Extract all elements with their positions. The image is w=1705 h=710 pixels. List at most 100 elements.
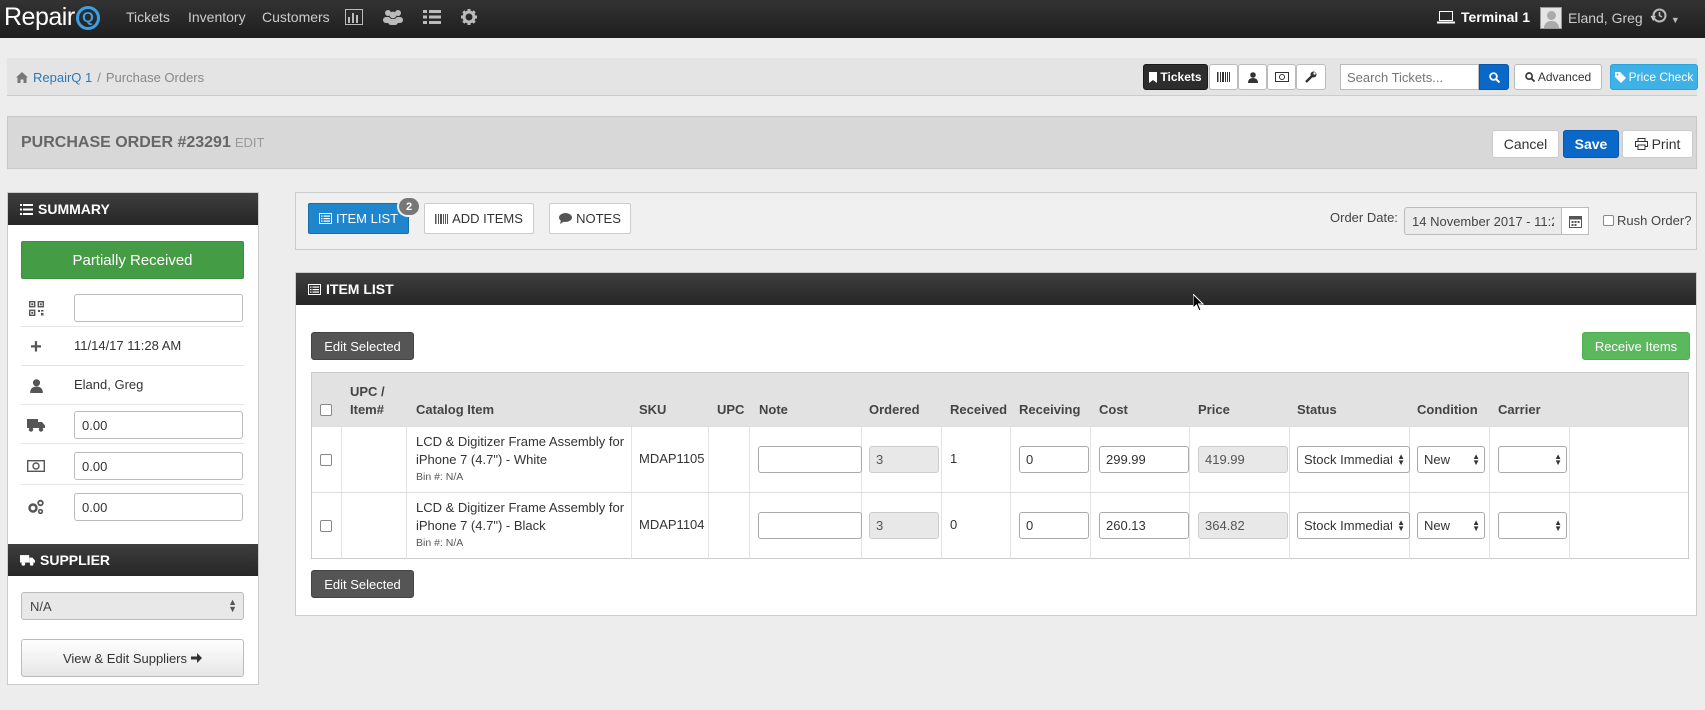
plus-icon: + [30, 335, 42, 358]
column-divider [631, 493, 632, 559]
gear-icon[interactable] [459, 7, 479, 27]
status-select[interactable]: Stock Immediately ▲▼ [1297, 446, 1410, 473]
page-title: PURCHASE ORDER #23291 EDIT [21, 134, 264, 152]
calendar-button[interactable] [1562, 207, 1589, 235]
table-row: LCD & Digitizer Frame Assembly for iPhon… [312, 492, 1688, 559]
breadcrumb: RepairQ 1 / Purchase Orders [16, 70, 204, 85]
rush-order-label: Rush Order? [1617, 213, 1692, 228]
status-select-value: Stock Immediately [1304, 518, 1392, 533]
barcode-icon [1217, 72, 1230, 82]
terminal-selector[interactable]: Terminal 1 [1437, 9, 1530, 25]
list-icon[interactable] [422, 7, 442, 27]
condition-select[interactable]: New ▲ ▼ [1417, 512, 1485, 539]
condition-select[interactable]: New ▲ ▼ [1417, 446, 1485, 473]
ordered-input: 3 [869, 446, 939, 473]
column-divider [1090, 493, 1091, 559]
nav-tickets[interactable]: Tickets [126, 9, 170, 25]
summary-row-shipping [21, 405, 244, 444]
users-icon[interactable] [383, 7, 403, 27]
receiving-input[interactable]: 0 [1019, 512, 1089, 539]
tickets-search-toggle[interactable]: Tickets [1143, 64, 1208, 90]
order-date-input[interactable] [1404, 207, 1562, 235]
search-button[interactable] [1479, 64, 1509, 90]
fees-input[interactable] [74, 493, 243, 521]
column-divider [1289, 493, 1290, 559]
summary-header: SUMMARY [8, 193, 258, 225]
summary-row-user: Eland, Greg [21, 366, 244, 405]
save-button[interactable]: Save [1563, 130, 1619, 158]
receive-items-button[interactable]: Receive Items [1582, 332, 1690, 360]
tab-add-items[interactable]: ADD ITEMS [424, 203, 534, 234]
table-row: LCD & Digitizer Frame Assembly for iPhon… [312, 426, 1688, 493]
tag-icon [1614, 71, 1626, 83]
receiving-input[interactable]: 0 [1019, 446, 1089, 473]
carrier-select[interactable]: ▲ ▼ [1498, 446, 1567, 473]
truck-icon [26, 415, 46, 435]
advanced-search-button[interactable]: Advanced [1514, 64, 1602, 90]
col-price: Price [1198, 402, 1230, 417]
cost-input[interactable]: 260.13 [1099, 512, 1189, 539]
calendar-icon [1568, 215, 1582, 228]
item-count-badge: 2 [397, 196, 421, 217]
column-divider [708, 493, 709, 559]
repair-search-toggle[interactable] [1296, 64, 1326, 90]
cost-input[interactable]: 299.99 [1099, 446, 1189, 473]
print-button[interactable]: Print [1622, 130, 1693, 158]
bin-number: Bin #: N/A [416, 471, 464, 483]
edit-selected-button-top[interactable]: Edit Selected [311, 332, 414, 360]
catalog-item-name: LCD & Digitizer Frame Assembly for [416, 434, 625, 449]
nav-customers[interactable]: Customers [262, 9, 330, 25]
note-input[interactable] [758, 512, 862, 539]
column-divider [941, 427, 942, 493]
code-input[interactable] [74, 294, 243, 322]
tax-input[interactable] [74, 452, 243, 480]
advanced-label: Advanced [1537, 70, 1592, 84]
status-badge[interactable]: Partially Received [21, 241, 244, 279]
column-divider [1569, 493, 1570, 559]
note-input[interactable] [758, 446, 862, 473]
search-tickets-input[interactable] [1340, 64, 1479, 90]
breadcrumb-home-link[interactable]: RepairQ 1 [33, 70, 92, 85]
summary-panel: SUMMARY Partially Received + 11/14/17 11… [7, 192, 259, 685]
status-select[interactable]: Stock Immediately ▲▼ [1297, 512, 1410, 539]
user-icon [1247, 71, 1258, 83]
carrier-select[interactable]: ▲ ▼ [1498, 512, 1567, 539]
row-checkbox[interactable] [320, 454, 332, 466]
select-arrows-icon: ▲ ▼ [1554, 518, 1562, 533]
cancel-button[interactable]: Cancel [1492, 130, 1559, 158]
tab-item-list[interactable]: ITEM LIST [308, 203, 409, 234]
view-edit-suppliers-button[interactable]: View & Edit Suppliers [21, 639, 244, 677]
po-edit-indicator: EDIT [234, 135, 265, 150]
ordered-input: 3 [869, 512, 939, 539]
app-logo[interactable]: Repair Q [4, 3, 100, 32]
select-arrows-icon: ▲ ▼ [1554, 452, 1562, 467]
select-arrows-icon: ▲ ▼ [228, 597, 237, 614]
price-check-button[interactable]: Price Check [1610, 64, 1698, 90]
nav-inventory[interactable]: Inventory [188, 9, 246, 25]
user-menu[interactable]: Eland, Greg ▼ [1540, 7, 1658, 29]
row-checkbox[interactable] [320, 520, 332, 532]
truck-icon [20, 554, 35, 566]
col-status: Status [1297, 402, 1337, 417]
column-divider [1569, 427, 1570, 493]
item-list-panel: ITEM LIST Edit Selected Receive Items UP… [295, 272, 1697, 616]
barcode-search-toggle[interactable] [1209, 64, 1238, 90]
rush-order-checkbox[interactable] [1603, 215, 1614, 226]
purchase-order-header: PURCHASE ORDER #23291 EDIT Cancel Save Pr… [7, 116, 1697, 169]
tab-notes[interactable]: NOTES [549, 203, 631, 234]
column-divider [631, 427, 632, 493]
clock-menu[interactable]: ▼ [1652, 8, 1680, 26]
select-all-checkbox[interactable] [320, 404, 332, 416]
rush-order-toggle[interactable]: Rush Order? [1603, 213, 1691, 228]
edit-selected-button-bottom[interactable]: Edit Selected [311, 570, 414, 598]
order-date-label: Order Date: [1330, 210, 1398, 225]
payment-search-toggle[interactable] [1267, 64, 1296, 90]
supplier-select[interactable]: N/A ▲ ▼ [21, 592, 244, 620]
select-arrows-icon: ▲ ▼ [1472, 452, 1480, 467]
customer-search-toggle[interactable] [1238, 64, 1267, 90]
list-alt-icon [308, 283, 321, 295]
caret-down-icon: ▼ [1670, 15, 1680, 25]
shipping-input[interactable] [74, 411, 243, 439]
bar-chart-icon[interactable] [344, 7, 364, 27]
col-received: Received [950, 402, 1008, 417]
